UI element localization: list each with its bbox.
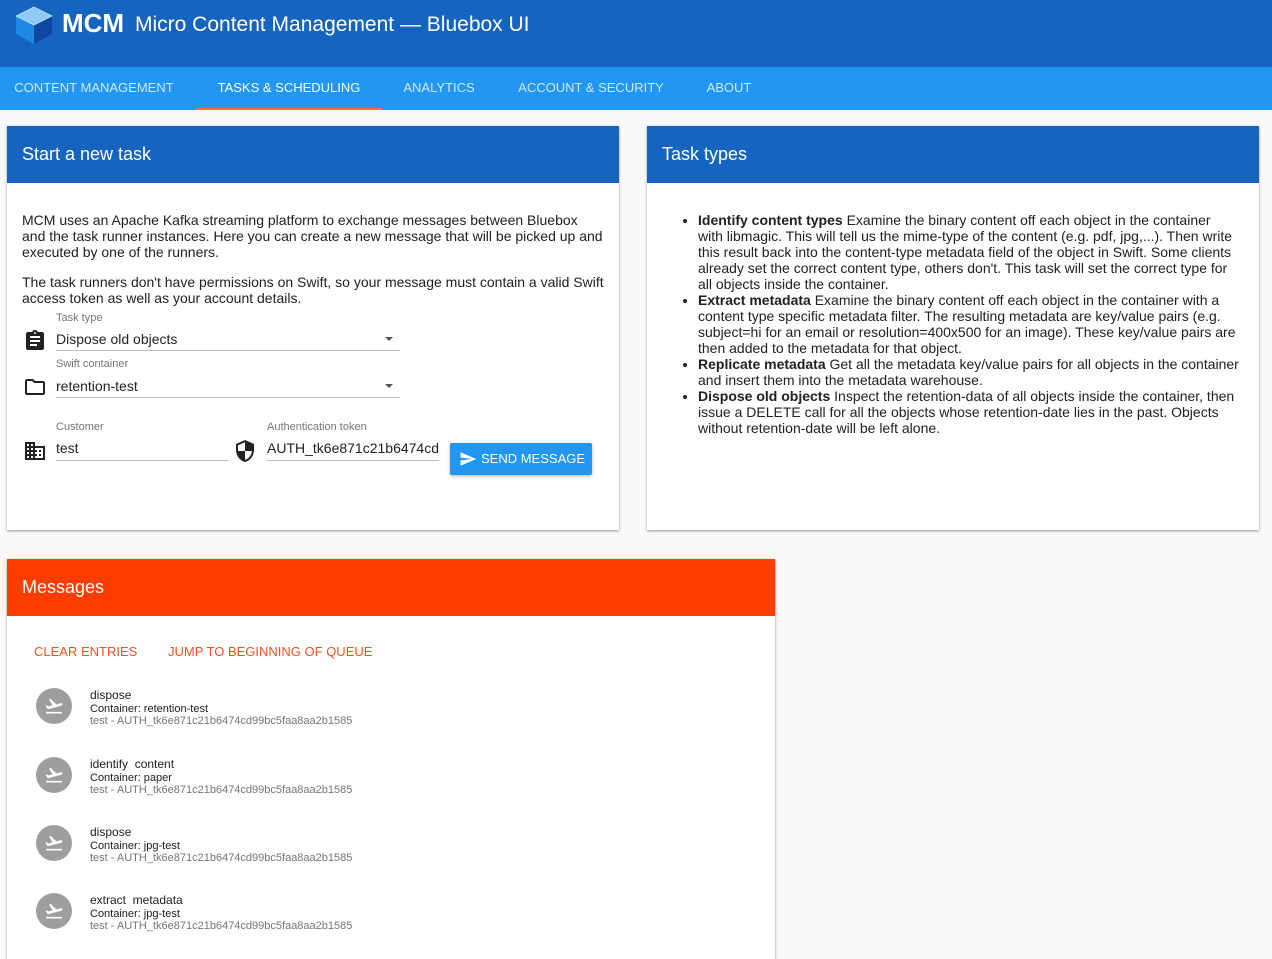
folder-icon <box>25 379 45 395</box>
task-type-name: Dispose old objects <box>698 388 831 404</box>
message-title: extract metadata <box>90 893 183 907</box>
building-icon <box>25 442 45 460</box>
tab-account-security[interactable]: ACCOUNT & SECURITY <box>500 67 682 110</box>
customer-input[interactable]: test <box>56 440 226 456</box>
tab-analytics[interactable]: ANALYTICS <box>388 67 490 110</box>
new-task-intro: MCM uses an Apache Kafka streaming platf… <box>22 212 603 260</box>
task-types-card-title: Task types <box>647 126 1259 183</box>
message-item[interactable]: dispose Container: jpg-test test - AUTH_… <box>7 825 775 885</box>
chevron-down-icon[interactable] <box>385 337 393 341</box>
messages-card: Messages CLEAR ENTRIES JUMP TO BEGINNING… <box>7 559 775 959</box>
avatar <box>36 893 72 929</box>
task-types-list: Identify content types Examine the binar… <box>647 212 1259 436</box>
list-item: Dispose old objects Inspect the retentio… <box>698 388 1239 436</box>
tab-about[interactable]: ABOUT <box>690 67 768 110</box>
flight-takeoff-icon <box>45 698 63 714</box>
avatar <box>36 825 72 861</box>
flight-takeoff-icon <box>45 903 63 919</box>
message-container: Container: retention-test <box>90 703 209 715</box>
task-type-underline <box>56 350 400 351</box>
message-title: identify content <box>90 757 175 771</box>
message-item[interactable]: identify content Container: paper test -… <box>7 757 775 817</box>
app-brand: MCM <box>62 8 125 38</box>
flight-takeoff-icon <box>45 767 63 783</box>
task-type-label: Task type <box>56 312 103 324</box>
tab-tasks-scheduling[interactable]: TASKS & SCHEDULING <box>196 67 382 110</box>
message-container: Container: jpg-test <box>90 840 180 852</box>
swift-container-select[interactable]: retention-test <box>56 378 376 394</box>
message-title: dispose <box>90 688 132 702</box>
message-container: Container: jpg-test <box>90 908 180 920</box>
new-task-permissions-note: The task runners don't have permissions … <box>22 274 604 306</box>
task-type-select[interactable]: Dispose old objects <box>56 331 376 347</box>
avatar <box>36 688 72 724</box>
messages-card-title: Messages <box>7 559 775 616</box>
tab-content-management[interactable]: CONTENT MANAGEMENT <box>0 67 188 110</box>
message-container: Container: paper <box>90 772 172 784</box>
send-message-label: SEND MESSAGE <box>481 451 586 466</box>
swift-container-underline <box>56 397 400 398</box>
message-meta: test - AUTH_tk6e871c21b6474cd99bc5faa8aa… <box>90 784 353 796</box>
customer-label: Customer <box>56 421 104 433</box>
clipboard-icon <box>26 330 44 350</box>
shield-icon <box>236 440 254 462</box>
list-item: Extract metadata Examine the binary cont… <box>698 292 1239 356</box>
new-task-card-title: Start a new task <box>7 126 619 183</box>
swift-container-label: Swift container <box>56 358 129 370</box>
main-tabs: CONTENT MANAGEMENT TASKS & SCHEDULING AN… <box>0 67 1272 110</box>
clear-entries-button[interactable]: CLEAR ENTRIES <box>34 644 137 659</box>
message-meta: test - AUTH_tk6e871c21b6474cd99bc5faa8aa… <box>90 852 353 864</box>
customer-underline <box>56 460 228 461</box>
task-types-card: Task types Identify content types Examin… <box>647 126 1259 530</box>
task-type-name: Identify content types <box>698 212 843 228</box>
message-item[interactable]: dispose Container: retention-test test -… <box>7 688 775 748</box>
send-icon <box>460 452 477 466</box>
flight-takeoff-icon <box>45 835 63 851</box>
jump-to-beginning-button[interactable]: JUMP TO BEGINNING OF QUEUE <box>168 644 372 659</box>
list-item: Identify content types Examine the binar… <box>698 212 1239 292</box>
avatar <box>36 757 72 793</box>
list-item: Replicate metadata Get all the metadata … <box>698 356 1239 388</box>
auth-token-input[interactable]: AUTH_tk6e871c21b6474cd <box>267 440 439 456</box>
bluebox-logo-icon <box>15 6 53 44</box>
chevron-down-icon[interactable] <box>385 384 393 388</box>
task-type-name: Extract metadata <box>698 292 811 308</box>
send-message-button[interactable]: SEND MESSAGE <box>450 443 592 475</box>
auth-token-underline <box>267 460 439 461</box>
message-title: dispose <box>90 825 132 839</box>
app-title: Micro Content Management — Bluebox UI <box>135 13 530 36</box>
task-type-name: Replicate metadata <box>698 356 826 372</box>
message-meta: test - AUTH_tk6e871c21b6474cd99bc5faa8aa… <box>90 715 353 727</box>
auth-token-label: Authentication token <box>267 421 367 433</box>
message-item[interactable]: extract metadata Container: jpg-test tes… <box>7 893 775 953</box>
message-meta: test - AUTH_tk6e871c21b6474cd99bc5faa8aa… <box>90 920 353 932</box>
app-header: MCM Micro Content Management — Bluebox U… <box>0 0 1272 67</box>
